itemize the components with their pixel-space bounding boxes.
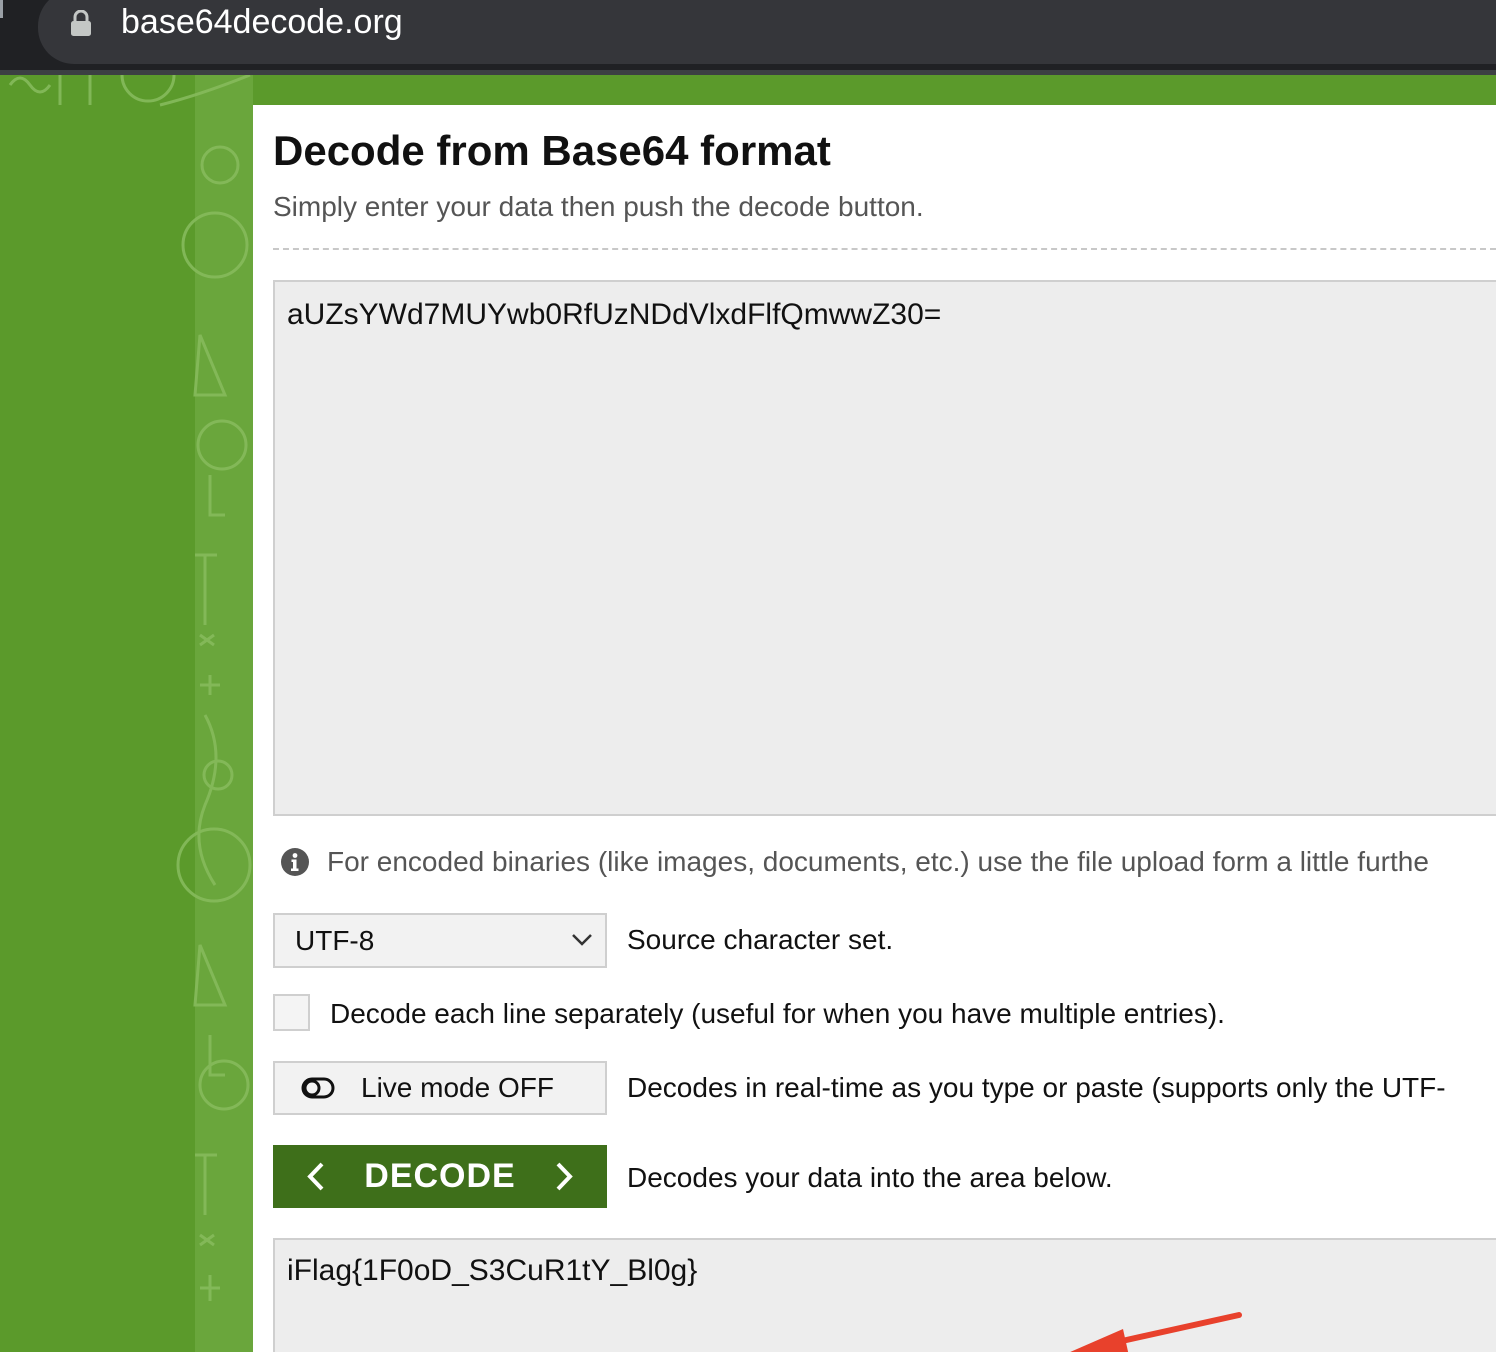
charset-description: Source character set. xyxy=(627,924,894,955)
output-textarea[interactable]: iFlag{1F0oD_S3CuR1tY_Bl0g} xyxy=(273,1238,1496,1352)
chevron-right-icon xyxy=(556,1162,573,1191)
input-textarea[interactable]: aUZsYWd7MUYwb0RfUzNDdVlxdFlfQmwwZ30= xyxy=(273,280,1496,816)
info-icon xyxy=(281,848,309,876)
input-value: aUZsYWd7MUYwb0RfUzNDdVlxdFlfQmwwZ30= xyxy=(287,298,942,331)
info-text: For encoded binaries (like images, docum… xyxy=(327,846,1429,877)
charset-select[interactable]: UTF-8 xyxy=(273,913,607,968)
decode-description: Decodes your data into the area below. xyxy=(627,1162,1113,1193)
live-mode-label: Live mode OFF xyxy=(361,1072,554,1103)
chevron-down-icon xyxy=(572,934,592,946)
decode-lines-label: Decode each line separately (useful for … xyxy=(330,998,1225,1029)
live-mode-description: Decodes in real-time as you type or past… xyxy=(627,1072,1446,1103)
live-mode-toggle[interactable]: Live mode OFF xyxy=(273,1061,607,1115)
decoder-panel: Decode from Base64 format Simply enter y… xyxy=(253,105,1496,1352)
dashed-divider xyxy=(273,248,1496,250)
page-subtitle: Simply enter your data then push the dec… xyxy=(273,191,924,222)
decode-lines-checkbox[interactable] xyxy=(273,994,310,1031)
browser-toolbar: base64decode.org xyxy=(0,0,1496,75)
lock-icon xyxy=(71,10,91,36)
charset-value: UTF-8 xyxy=(295,925,375,956)
toggle-icon xyxy=(301,1077,335,1099)
left-background xyxy=(0,75,195,1352)
tab-edge xyxy=(0,0,3,18)
decode-button[interactable]: DECODE xyxy=(273,1145,607,1208)
decorative-strip xyxy=(195,75,253,1352)
output-value: iFlag{1F0oD_S3CuR1tY_Bl0g} xyxy=(287,1254,698,1287)
red-arrow-annotation xyxy=(1070,1312,1242,1352)
page-title: Decode from Base64 format xyxy=(273,127,831,174)
url-text[interactable]: base64decode.org xyxy=(121,2,403,42)
